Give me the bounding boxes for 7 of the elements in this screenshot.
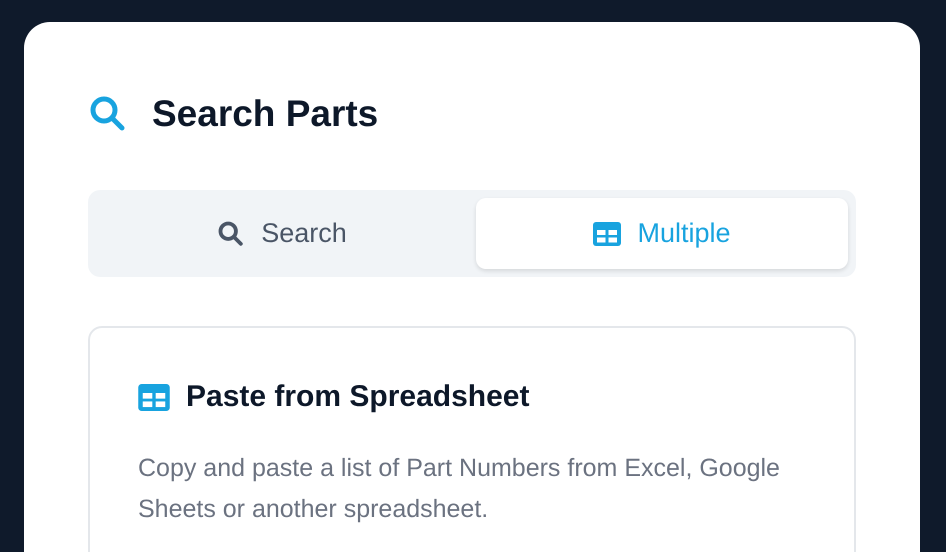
- search-icon: [217, 220, 246, 248]
- table-icon: [593, 222, 622, 246]
- card-title: Paste from Spreadsheet: [186, 380, 530, 414]
- page-title: Search Parts: [152, 93, 378, 135]
- tab[interactable]: Search: [96, 198, 468, 269]
- card-description: Copy and paste a list of Part Numbers from Excel, Google Sheets or another spreadsheet.: [138, 453, 781, 525]
- table-icon: [138, 384, 170, 410]
